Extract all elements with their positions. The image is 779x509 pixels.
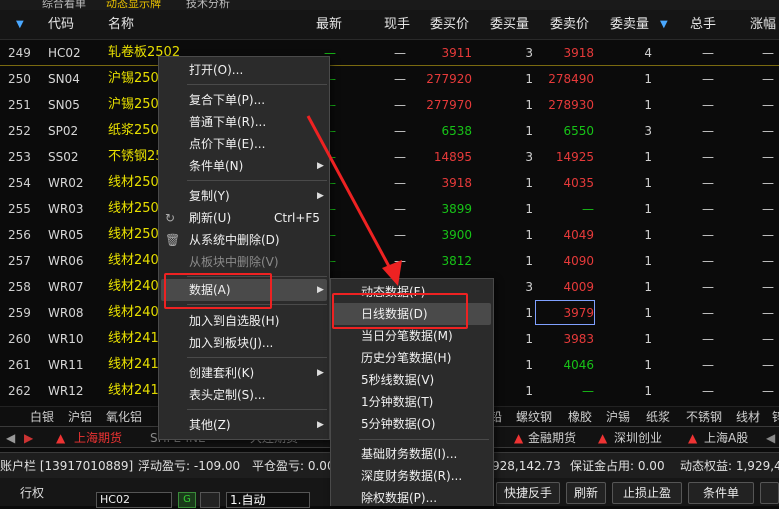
annotation-arrow-icon xyxy=(306,115,402,286)
